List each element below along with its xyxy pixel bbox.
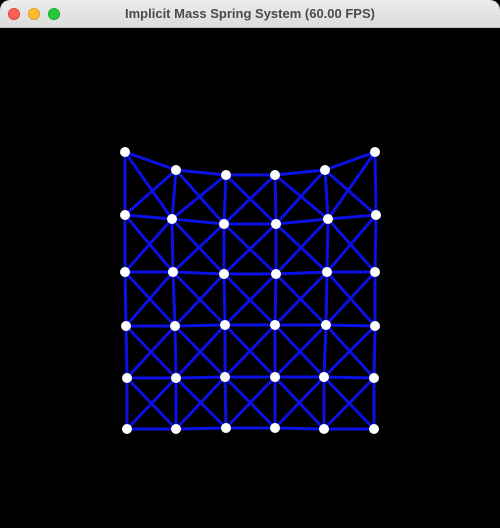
spring-horizontal — [273, 426, 326, 431]
mass-point[interactable] — [219, 269, 229, 279]
spring-horizontal — [174, 168, 228, 177]
spring-vertical — [373, 150, 378, 217]
spring-vertical — [372, 324, 377, 380]
mass-point[interactable] — [369, 424, 379, 434]
mass-spring-canvas — [120, 147, 381, 434]
mass-point[interactable] — [120, 147, 130, 157]
spring-horizontal — [326, 213, 378, 221]
mass-point[interactable] — [120, 267, 130, 277]
mass-point[interactable] — [321, 320, 331, 330]
spring-vertical — [123, 270, 128, 328]
mass-point[interactable] — [219, 219, 229, 229]
mass-point[interactable] — [319, 372, 329, 382]
mass-point[interactable] — [170, 321, 180, 331]
mass-point[interactable] — [322, 267, 332, 277]
spring-vertical — [273, 272, 278, 327]
spring-horizontal — [324, 323, 377, 328]
mass-point[interactable] — [120, 210, 130, 220]
spring-diagonal — [323, 168, 378, 217]
spring-vertical — [222, 272, 227, 327]
spring-vertical — [124, 324, 129, 380]
spring-horizontal — [173, 323, 227, 328]
mass-point[interactable] — [319, 424, 329, 434]
mass-point[interactable] — [171, 424, 181, 434]
mass-point[interactable] — [221, 423, 231, 433]
mass-point[interactable] — [369, 373, 379, 383]
mass-point[interactable] — [371, 210, 381, 220]
spring-vertical — [170, 217, 175, 274]
mass-point[interactable] — [320, 165, 330, 175]
spring-vertical — [222, 173, 228, 226]
mass-point[interactable] — [122, 424, 132, 434]
mass-point[interactable] — [270, 320, 280, 330]
mass-point[interactable] — [271, 269, 281, 279]
mass-point[interactable] — [220, 320, 230, 330]
mass-point[interactable] — [168, 267, 178, 277]
spring-horizontal — [170, 217, 226, 226]
springs — [123, 150, 378, 431]
spring-horizontal — [123, 213, 174, 221]
spring-horizontal — [322, 375, 376, 380]
mass-point[interactable] — [271, 219, 281, 229]
spring-horizontal — [174, 426, 228, 431]
mass-point[interactable] — [270, 423, 280, 433]
spring-vertical — [373, 213, 378, 274]
simulation-viewport[interactable] — [0, 28, 500, 528]
mass-point[interactable] — [370, 147, 380, 157]
mass-point[interactable] — [323, 214, 333, 224]
mass-point[interactable] — [122, 373, 132, 383]
spring-horizontal — [274, 270, 329, 276]
spring-diagonal — [170, 173, 228, 221]
spring-horizontal — [174, 375, 227, 380]
mass-point[interactable] — [121, 321, 131, 331]
title-bar[interactable]: Implicit Mass Spring System (60.00 FPS) — [0, 0, 500, 28]
spring-horizontal — [273, 168, 327, 177]
spring-vertical — [173, 324, 178, 380]
spring-vertical — [325, 217, 330, 274]
mass-point[interactable] — [370, 267, 380, 277]
spring-vertical — [171, 270, 177, 328]
mass-point[interactable] — [221, 170, 231, 180]
mass-point[interactable] — [167, 214, 177, 224]
window-title: Implicit Mass Spring System (60.00 FPS) — [125, 6, 375, 21]
spring-vertical — [273, 173, 278, 226]
spring-diagonal — [274, 168, 327, 226]
spring-horizontal — [171, 270, 226, 276]
spring-diagonal — [123, 168, 178, 217]
spring-horizontal — [274, 217, 330, 226]
spring-vertical — [322, 323, 328, 379]
mass-point[interactable] — [171, 373, 181, 383]
mass-point[interactable] — [270, 170, 280, 180]
app-window: Implicit Mass Spring System (60.00 FPS) — [0, 0, 500, 528]
spring-vertical — [324, 270, 329, 327]
spring-vertical — [323, 168, 330, 221]
mass-point[interactable] — [220, 372, 230, 382]
mass-point[interactable] — [171, 165, 181, 175]
mass-point[interactable] — [270, 372, 280, 382]
spring-vertical — [223, 375, 228, 430]
mass-point[interactable] — [370, 321, 380, 331]
spring-vertical — [170, 168, 178, 221]
